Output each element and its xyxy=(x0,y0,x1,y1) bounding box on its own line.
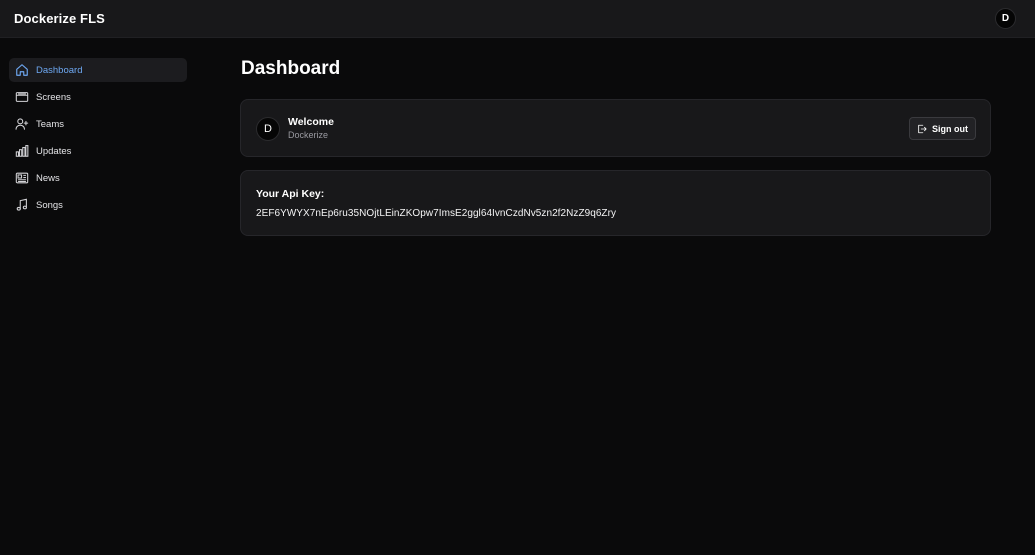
welcome-subtitle: Dockerize xyxy=(288,130,329,140)
sign-out-label: Sign out xyxy=(932,123,968,134)
welcome-title: Welcome xyxy=(288,116,334,128)
app-title: Dockerize FLS xyxy=(14,11,105,26)
sidebar-item-updates[interactable]: Updates xyxy=(9,139,187,163)
user-plus-icon xyxy=(15,117,29,131)
screens-icon xyxy=(15,90,29,104)
api-key-label: Your Api Key: xyxy=(256,188,325,200)
sidebar-item-label: News xyxy=(36,172,60,184)
sidebar-item-screens[interactable]: Screens xyxy=(9,85,187,109)
page-title: Dashboard xyxy=(241,58,341,79)
newspaper-icon xyxy=(15,171,29,185)
music-note-icon xyxy=(15,198,29,212)
sidebar-item-label: Updates xyxy=(36,145,72,157)
sidebar-item-label: Screens xyxy=(36,91,71,103)
sidebar-item-songs[interactable]: Songs xyxy=(9,193,187,217)
sidebar-item-label: Dashboard xyxy=(36,64,83,76)
avatar: D xyxy=(256,117,280,141)
sidebar-item-label: Teams xyxy=(36,118,64,130)
home-icon xyxy=(15,63,29,77)
sidebar: Dashboard Screens Teams Updates News Son… xyxy=(9,58,187,220)
sidebar-item-news[interactable]: News xyxy=(9,166,187,190)
sidebar-item-dashboard[interactable]: Dashboard xyxy=(9,58,187,82)
sidebar-item-label: Songs xyxy=(36,199,63,211)
sign-out-button[interactable]: Sign out xyxy=(909,117,976,140)
top-bar: Dockerize FLS D xyxy=(0,0,1035,38)
sign-out-icon xyxy=(918,124,927,133)
user-avatar[interactable]: D xyxy=(995,8,1016,29)
sidebar-item-teams[interactable]: Teams xyxy=(9,112,187,136)
api-key-value[interactable]: 2EF6YWYX7nEp6ru35NOjtLEinZKOpw7ImsE2ggl6… xyxy=(256,208,616,219)
bar-chart-icon xyxy=(15,144,29,158)
api-key-card: Your Api Key: 2EF6YWYX7nEp6ru35NOjtLEinZ… xyxy=(240,170,991,236)
welcome-card: D Welcome Dockerize Sign out xyxy=(240,99,991,157)
